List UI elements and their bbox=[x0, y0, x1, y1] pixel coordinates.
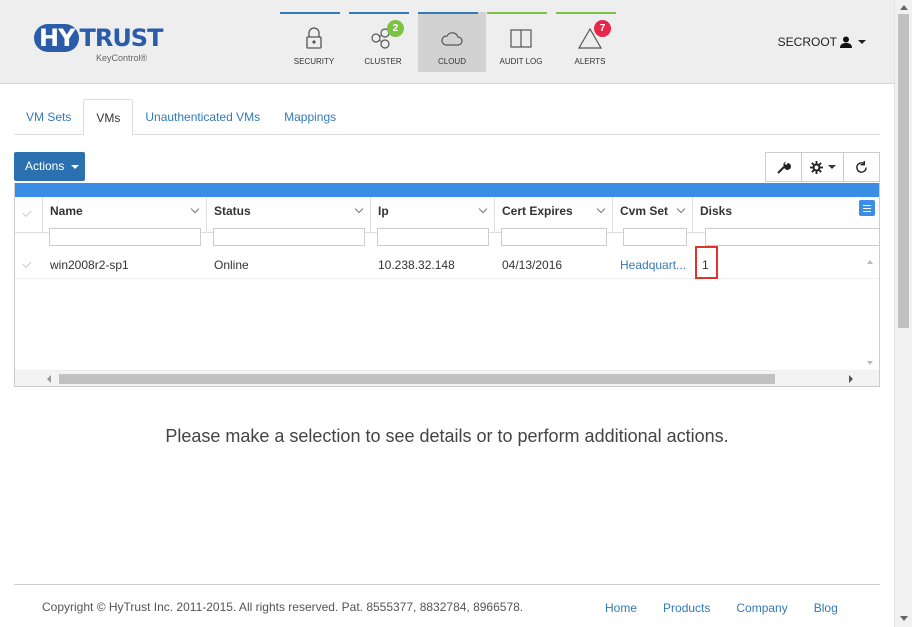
nav-label: Audit Log bbox=[499, 57, 543, 66]
chevron-down-icon bbox=[70, 164, 79, 169]
menu-line bbox=[863, 211, 871, 212]
menu-line bbox=[863, 205, 871, 206]
copyright-text: Copyright © HyTrust Inc. 2011-2015. All … bbox=[42, 600, 524, 614]
footer: Copyright © HyTrust Inc. 2011-2015. All … bbox=[14, 584, 880, 627]
cell-disks: 1 bbox=[702, 258, 709, 272]
hytrust-logo[interactable]: HY TRUST KeyControl® bbox=[34, 24, 174, 68]
column-label: Status bbox=[214, 204, 251, 218]
gear-icon bbox=[809, 160, 823, 174]
nav-alerts[interactable]: 7 Alerts bbox=[556, 12, 624, 72]
nav-cloud[interactable]: Cloud bbox=[418, 12, 486, 72]
chevron-down-icon bbox=[858, 40, 866, 44]
nav-label: Alerts bbox=[574, 57, 606, 66]
chevron-down-icon bbox=[478, 204, 488, 214]
user-icon bbox=[840, 36, 852, 48]
chevron-down-icon bbox=[596, 204, 606, 214]
actions-button[interactable]: Actions bbox=[14, 152, 85, 181]
filter-name[interactable] bbox=[49, 228, 201, 246]
scroll-down-arrow[interactable] bbox=[900, 616, 908, 621]
column-label: Cvm Set bbox=[620, 204, 669, 218]
grid-horizontal-scrollbar[interactable] bbox=[15, 370, 879, 386]
scrollbar-thumb[interactable] bbox=[898, 14, 909, 328]
selection-prompt: Please make a selection to see details o… bbox=[165, 426, 729, 446]
footer-link-blog[interactable]: Blog bbox=[814, 601, 838, 615]
logo-text: HY TRUST bbox=[34, 24, 163, 52]
filter-cvm-set[interactable] bbox=[623, 228, 687, 246]
check-icon bbox=[22, 207, 32, 218]
scrollbar-thumb[interactable] bbox=[59, 374, 775, 384]
top-header: HY TRUST KeyControl® Security 2 Cluster C… bbox=[0, 0, 894, 84]
lock-icon bbox=[306, 27, 322, 49]
scroll-left-arrow[interactable] bbox=[47, 375, 51, 383]
tab-vms[interactable]: VMs bbox=[83, 99, 134, 136]
select-all-column[interactable] bbox=[15, 197, 43, 233]
column-label: Disks bbox=[700, 204, 733, 218]
user-name: SECROOT bbox=[777, 35, 837, 49]
cell-ip: 10.238.32.148 bbox=[378, 258, 455, 272]
wrench-icon bbox=[776, 161, 791, 174]
nav-bar bbox=[280, 12, 340, 14]
footer-link-company[interactable]: Company bbox=[736, 601, 787, 615]
page-vertical-scrollbar[interactable] bbox=[894, 0, 912, 627]
logo-subtitle: KeyControl® bbox=[96, 53, 148, 63]
cell-cert-expires: 04/13/2016 bbox=[502, 258, 563, 272]
disks-cell-highlight bbox=[695, 246, 718, 279]
footer-link-products[interactable]: Products bbox=[663, 601, 710, 615]
grid-header-bar bbox=[15, 183, 879, 197]
nav-bar bbox=[349, 12, 409, 14]
filter-status[interactable] bbox=[213, 228, 365, 246]
actions-label: Actions bbox=[25, 159, 65, 173]
nav-bar bbox=[487, 12, 547, 14]
footer-link-home[interactable]: Home bbox=[605, 601, 637, 615]
nav-label: Cloud bbox=[437, 57, 466, 66]
nav-bar bbox=[556, 12, 616, 14]
book-icon bbox=[510, 29, 532, 48]
chevron-down-icon bbox=[354, 204, 364, 214]
filter-disks[interactable] bbox=[705, 228, 879, 246]
settings-button[interactable] bbox=[801, 152, 844, 182]
tab-unauthenticated-vms[interactable]: Unauthenticated VMs bbox=[133, 99, 272, 135]
toolbar-group bbox=[765, 152, 880, 182]
table-row[interactable]: win2008r2-sp1 Online 10.238.32.148 04/13… bbox=[15, 251, 879, 279]
menu-line bbox=[863, 208, 871, 209]
filter-ip[interactable] bbox=[377, 228, 489, 246]
cell-name: win2008r2-sp1 bbox=[50, 258, 129, 272]
column-menu-button[interactable] bbox=[859, 200, 875, 216]
nav-label: Cluster bbox=[364, 57, 402, 66]
vms-grid: Name Status Ip Cert Expires Cvm Set Disk… bbox=[14, 183, 880, 387]
nav-cluster[interactable]: 2 Cluster bbox=[349, 12, 417, 72]
tab-bar: VM Sets VMs Unauthenticated VMs Mappings bbox=[14, 99, 880, 136]
footer-links: Home Products Company Blog bbox=[605, 601, 864, 615]
wrench-button[interactable] bbox=[765, 152, 802, 182]
refresh-button[interactable] bbox=[843, 152, 880, 182]
nav-label: Security bbox=[293, 57, 335, 66]
cloud-icon bbox=[441, 32, 463, 46]
chevron-down-icon bbox=[190, 204, 200, 214]
check-icon[interactable] bbox=[22, 258, 32, 269]
tab-vm-sets[interactable]: VM Sets bbox=[14, 99, 83, 135]
column-label: Cert Expires bbox=[502, 204, 573, 218]
main-nav: Security 2 Cluster Cloud Audit Log 7 Ale… bbox=[280, 12, 625, 72]
grid-scroll-up-arrow[interactable] bbox=[867, 260, 873, 264]
cell-cvm-set-link[interactable]: Headquart... bbox=[613, 251, 693, 279]
nav-bar bbox=[418, 12, 478, 14]
refresh-icon bbox=[856, 160, 867, 173]
cluster-badge: 2 bbox=[387, 20, 404, 37]
tab-mappings[interactable]: Mappings bbox=[272, 99, 348, 135]
alerts-badge: 7 bbox=[594, 20, 611, 37]
nav-audit-log[interactable]: Audit Log bbox=[487, 12, 555, 72]
nav-security[interactable]: Security bbox=[280, 12, 348, 72]
cell-status: Online bbox=[214, 258, 249, 272]
chevron-down-icon bbox=[676, 204, 686, 214]
user-menu[interactable]: SECROOT bbox=[778, 35, 866, 49]
chevron-down-icon bbox=[827, 165, 836, 169]
column-label: Name bbox=[50, 204, 83, 218]
filter-cert-expires[interactable] bbox=[501, 228, 607, 246]
scroll-up-arrow[interactable] bbox=[900, 5, 908, 10]
scroll-right-arrow[interactable] bbox=[849, 375, 853, 383]
grid-scroll-down-arrow[interactable] bbox=[867, 361, 873, 365]
column-label: Ip bbox=[378, 204, 389, 218]
